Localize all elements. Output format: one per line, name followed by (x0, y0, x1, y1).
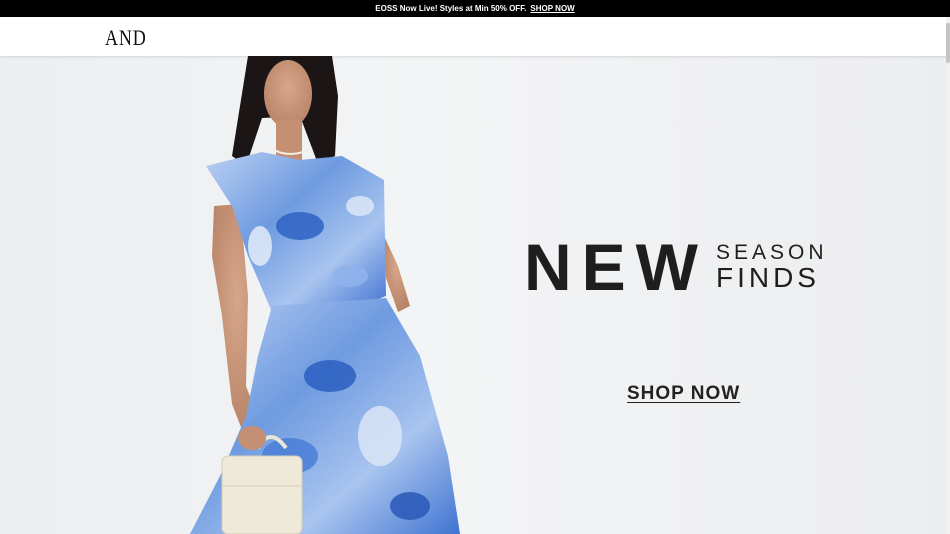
hero-shop-now-button[interactable]: SHOP NOW (627, 383, 740, 405)
headline-subtitle: SEASON FINDS (715, 240, 828, 294)
announcement-bar: EOSS Now Live! Styles at Min 50% OFF. SH… (0, 0, 950, 17)
hero-banner[interactable]: NEW SEASON FINDS SHOP NOW (0, 56, 950, 534)
headline-season: SEASON (715, 240, 828, 264)
announcement-shop-now-link[interactable]: SHOP NOW (530, 4, 574, 13)
site-header: AND (0, 17, 950, 56)
hero-model-image (190, 56, 460, 534)
scrollbar-thumb[interactable] (946, 23, 950, 63)
hero-headline: NEW SEASON FINDS (524, 234, 828, 300)
headline-new: NEW (524, 230, 708, 304)
announcement-text: EOSS Now Live! Styles at Min 50% OFF. (375, 4, 527, 13)
headline-finds: FINDS (715, 262, 820, 294)
page-scrollbar[interactable] (946, 17, 950, 534)
brand-logo[interactable]: AND (105, 25, 147, 51)
